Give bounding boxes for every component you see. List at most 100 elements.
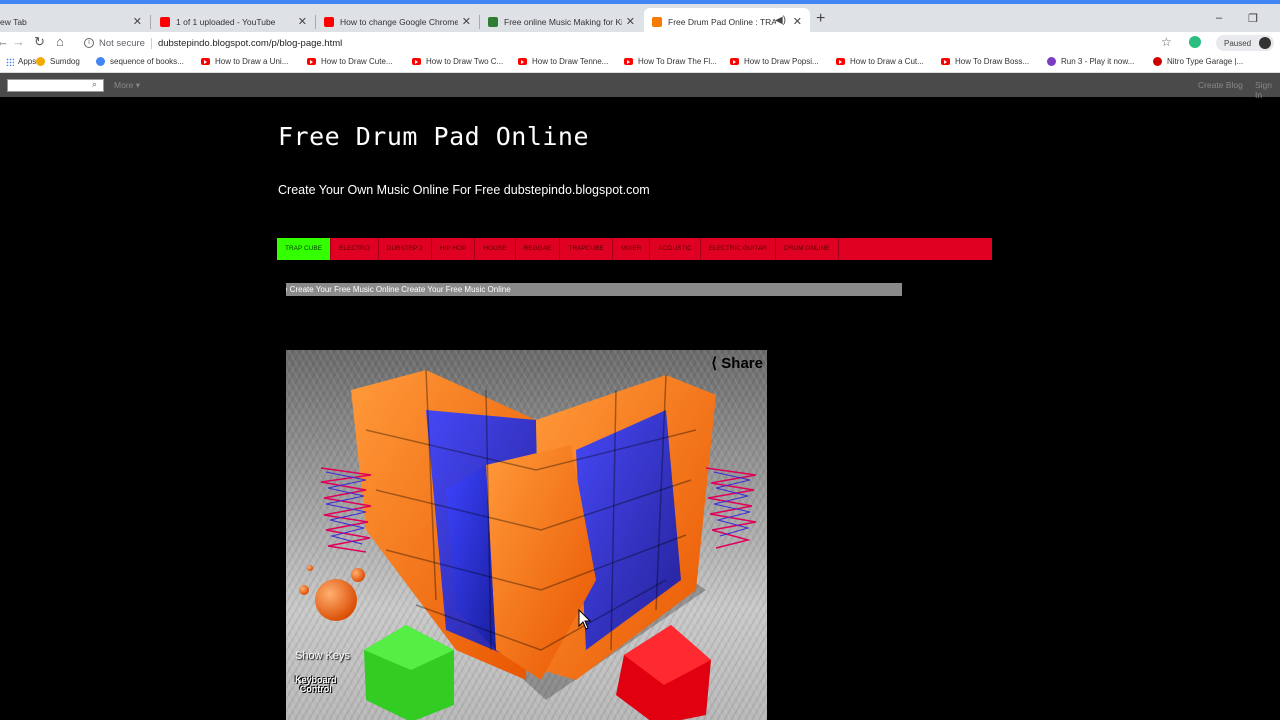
avatar bbox=[1259, 37, 1271, 49]
nitro-icon bbox=[1153, 57, 1162, 66]
bookmark-item[interactable]: Apps bbox=[6, 57, 36, 66]
bookmark-item[interactable]: How To Draw The Fl... bbox=[624, 57, 717, 66]
bookmark-item[interactable]: sequence of books... bbox=[96, 57, 184, 66]
bookmark-label: How to Draw Popsi... bbox=[744, 57, 819, 66]
sign-in-link[interactable]: Sign In bbox=[1255, 80, 1280, 100]
security-label: Not secure bbox=[99, 37, 145, 49]
menu-item-trap-cube[interactable]: TRAP CUBE bbox=[277, 238, 332, 260]
menu-item-mixer[interactable]: MIXER bbox=[613, 238, 651, 260]
blog-search-input[interactable] bbox=[7, 79, 104, 92]
bookmark-label: How to Draw a Cut... bbox=[850, 57, 924, 66]
close-icon[interactable]: ✕ bbox=[298, 15, 307, 28]
scrolling-marquee: e Create Your Free Music Online Create Y… bbox=[286, 283, 902, 296]
menu-item-house[interactable]: HOUSE bbox=[475, 238, 516, 260]
apps-icon bbox=[6, 57, 14, 66]
youtube-icon bbox=[730, 58, 739, 65]
grammarly-icon[interactable] bbox=[1189, 36, 1201, 48]
tab-title: 1 of 1 uploaded - YouTube bbox=[176, 17, 276, 27]
speaker-icon[interactable]: ◀) bbox=[775, 15, 786, 26]
bookmark-label: Run 3 - Play it now... bbox=[1061, 57, 1135, 66]
youtube-icon bbox=[518, 58, 527, 65]
forward-button[interactable]: → bbox=[12, 34, 25, 49]
info-icon[interactable]: i bbox=[84, 38, 94, 48]
bookmark-label: sequence of books... bbox=[110, 57, 184, 66]
bookmark-item[interactable]: How to Draw a Uni... bbox=[201, 57, 288, 66]
tab-title: Free online Music Making for Kid bbox=[504, 17, 622, 27]
close-icon[interactable]: ✕ bbox=[462, 15, 471, 28]
address-bar[interactable]: i Not secure dubstepindo.blogspot.com/p/… bbox=[76, 33, 1186, 53]
create-blog-link[interactable]: Create Blog bbox=[1198, 80, 1243, 90]
restore-button[interactable]: ❐ bbox=[1248, 12, 1258, 25]
run3-icon bbox=[1047, 57, 1056, 66]
google-icon bbox=[96, 57, 105, 66]
tab-strip: ew Tab ✕ 1 of 1 uploaded - YouTube ✕ How… bbox=[0, 0, 1280, 36]
close-icon[interactable]: ✕ bbox=[793, 15, 802, 28]
bookmark-item[interactable]: How to Draw Popsi... bbox=[730, 57, 819, 66]
close-icon[interactable]: ✕ bbox=[133, 15, 142, 28]
keyboard-control-label[interactable]: Keyboard Control bbox=[295, 676, 337, 694]
bookmark-item[interactable]: Sumdog bbox=[36, 57, 80, 66]
menu-item-acoustic[interactable]: ACOUSTIC bbox=[650, 238, 701, 260]
keyboard-control-line2: Control bbox=[299, 684, 332, 694]
youtube-icon bbox=[624, 58, 633, 65]
blogger-icon bbox=[652, 17, 662, 27]
more-menu[interactable]: More ▾ bbox=[114, 80, 140, 91]
bookmark-label: How to Draw a Uni... bbox=[215, 57, 289, 66]
bookmark-item[interactable]: Run 3 - Play it now... bbox=[1047, 57, 1134, 66]
tab-title: ew Tab bbox=[0, 17, 27, 27]
new-tab-button[interactable]: + bbox=[816, 10, 825, 28]
bookmarks-bar: Apps Sumdog sequence of books... How to Dra… bbox=[0, 54, 1280, 73]
bookmark-label: Nitro Type Garage |... bbox=[1167, 57, 1244, 66]
close-icon[interactable]: ✕ bbox=[626, 15, 635, 28]
bookmark-label: Apps bbox=[18, 57, 37, 66]
marquee-text: e Create Your Free Music Online Create Y… bbox=[286, 285, 511, 294]
show-keys-button[interactable]: Show Keys bbox=[295, 650, 350, 662]
menu-item-drum-online[interactable]: DRUM ONLINE bbox=[776, 238, 839, 260]
menu-item-electro[interactable]: ELECTRO bbox=[331, 238, 379, 260]
bookmark-item[interactable]: How To Draw Boss... bbox=[941, 57, 1029, 66]
drum-pad-game[interactable]: ⟨ Share Show Keys Keyboard Control bbox=[286, 350, 767, 720]
bookmark-label: How to Draw Two C... bbox=[426, 57, 504, 66]
bookmark-item[interactable]: How to Draw Two C... bbox=[412, 57, 503, 66]
bookmark-label: How to Draw Tenne... bbox=[532, 57, 609, 66]
youtube-icon bbox=[836, 58, 845, 65]
bookmark-label: How To Draw Boss... bbox=[955, 57, 1030, 66]
youtube-icon bbox=[201, 58, 210, 65]
youtube-icon bbox=[307, 58, 316, 65]
home-button[interactable]: ⌂ bbox=[56, 34, 64, 49]
bookmark-item[interactable]: Nitro Type Garage |... bbox=[1153, 57, 1243, 66]
url-text[interactable]: dubstepindo.blogspot.com/p/blog-page.htm… bbox=[158, 38, 342, 49]
menu-item-trapcube[interactable]: TRAPCUBE bbox=[560, 238, 613, 260]
profile-status: Paused bbox=[1224, 38, 1252, 48]
youtube-icon bbox=[941, 58, 950, 65]
bookmark-item[interactable]: How to Draw a Cut... bbox=[836, 57, 924, 66]
sumdog-icon bbox=[36, 57, 45, 66]
youtube-icon bbox=[160, 17, 170, 27]
search-icon[interactable]: ⌕ bbox=[92, 79, 97, 90]
page-title: Free Drum Pad Online bbox=[278, 122, 590, 151]
profile-button[interactable]: Paused bbox=[1216, 35, 1274, 51]
bookmark-label: How to Draw Cute... bbox=[321, 57, 393, 66]
cube-scene[interactable] bbox=[286, 350, 767, 720]
bookmark-item[interactable]: How to Draw Tenne... bbox=[518, 57, 608, 66]
bookmark-item[interactable]: How to Draw Cute... bbox=[307, 57, 393, 66]
share-button[interactable]: ⟨ Share bbox=[711, 354, 763, 372]
toolbar: ← → ↻ ⌂ i Not secure dubstepindo.blogspo… bbox=[0, 32, 1280, 54]
youtube-icon bbox=[412, 58, 421, 65]
menu-item-hip-hop[interactable]: HIP HOP bbox=[432, 238, 476, 260]
bookmark-label: Sumdog bbox=[50, 57, 80, 66]
tab-title: How to change Google Chrome bbox=[340, 17, 458, 27]
youtube-icon bbox=[324, 17, 334, 27]
reload-button[interactable]: ↻ bbox=[34, 34, 45, 50]
blogger-navbar: ⌕ More ▾ Create Blog Sign In bbox=[0, 73, 1280, 100]
back-button[interactable]: ← bbox=[0, 34, 9, 49]
menu-item-electric-guitar[interactable]: ELECTRIC GUITAR bbox=[701, 238, 776, 260]
bookmark-label: How To Draw The Fl... bbox=[638, 57, 717, 66]
blog-menu: TRAP CUBE ELECTRO DUBSTEP 2 HIP HOP HOUSE REG… bbox=[277, 238, 992, 260]
menu-item-reggae[interactable]: REGGAE bbox=[516, 238, 561, 260]
page-description: Create Your Own Music Online For Free du… bbox=[278, 183, 650, 197]
minimize-button[interactable]: – bbox=[1216, 12, 1222, 24]
site-icon bbox=[488, 17, 498, 27]
bookmark-star-icon[interactable]: ☆ bbox=[1161, 35, 1172, 49]
menu-item-dubstep-2[interactable]: DUBSTEP 2 bbox=[379, 238, 432, 260]
